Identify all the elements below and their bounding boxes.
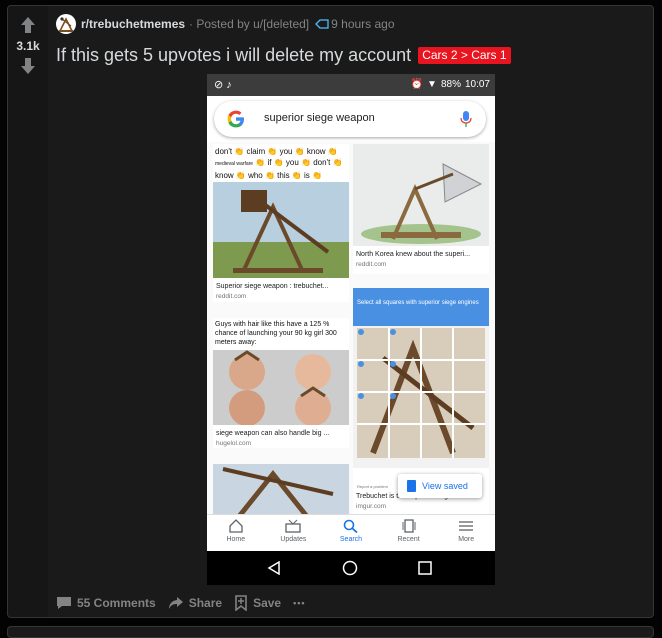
nav-more: More (437, 515, 495, 552)
post-meta: r/trebuchetmemes · Posted by u/[deleted]… (56, 14, 395, 34)
downvote-arrow-icon (21, 58, 35, 74)
view-saved-label: View saved (422, 481, 468, 491)
menu-icon (459, 521, 474, 531)
nav-search: Search (322, 515, 380, 552)
result-tile (213, 464, 349, 514)
nav-updates: Updates (265, 515, 323, 552)
search-query: superior siege weapon (264, 112, 375, 124)
trebuchet-photo-2 (213, 464, 349, 514)
image-results-grid: don't 👏 claim 👏 you 👏 know 👏 medieval wa… (207, 142, 495, 514)
downvote-button[interactable] (20, 57, 36, 75)
upvote-arrow-icon (21, 17, 35, 33)
home-icon (229, 519, 243, 533)
save-button[interactable]: Save (234, 595, 281, 611)
post-card[interactable]: 3.1k r/trebuchetmemes · Posted by u/[del… (7, 5, 654, 618)
share-button[interactable]: Share (168, 596, 222, 610)
nav-recent: Recent (380, 515, 438, 552)
next-post-card[interactable] (7, 626, 654, 638)
microphone-icon (460, 111, 472, 127)
google-search-bar: superior siege weapon (214, 101, 486, 137)
home-circle-icon (342, 560, 358, 576)
vote-count: 3.1k (16, 39, 40, 53)
author-link[interactable]: u/[deleted] (253, 17, 309, 31)
captcha-instruction: Select all squares with superior siege e… (357, 300, 479, 306)
save-bookmark-icon (235, 595, 247, 611)
posted-by-label: · Posted by (189, 17, 250, 31)
view-saved-popup: View saved (398, 474, 482, 498)
post-image[interactable]: ⊘ ♪ ⏰ ▼ 88% 10:07 superior siege weapon (207, 74, 495, 585)
result-tile: North Korea knew about the superi... red… (353, 144, 489, 274)
captcha-report-link: Report a problem (357, 484, 388, 489)
recent-icon (402, 519, 416, 533)
post-title[interactable]: If this gets 5 upvotes i will delete my … (56, 43, 411, 67)
trebuchet-photo (213, 182, 349, 278)
status-icons-right: ⏰ ▼ 88% 10:07 (411, 79, 490, 90)
bookmark-icon (407, 480, 416, 492)
share-arrow-icon (168, 597, 183, 609)
captcha-image (353, 288, 489, 468)
google-bottom-nav: Home Updates Search Recent More (207, 514, 495, 552)
google-logo-icon (227, 110, 244, 128)
wifi-icon: ▼ (427, 79, 437, 90)
post-time[interactable]: 9 hours ago (331, 17, 394, 31)
vote-column: 3.1k (8, 6, 48, 617)
updates-icon (285, 519, 302, 533)
subreddit-link[interactable]: r/trebuchetmemes (81, 17, 185, 31)
post-title-row: If this gets 5 upvotes i will delete my … (56, 43, 511, 67)
search-icon (343, 519, 358, 533)
missile-trebuchet-render (353, 144, 489, 246)
hair-meme-caption: Guys with hair like this have a 125 % ch… (215, 321, 337, 346)
comment-icon (57, 597, 71, 609)
post-footer: 55 Comments Share Save ••• (56, 593, 318, 613)
status-clock: 10:07 (464, 79, 490, 90)
back-triangle-icon (267, 561, 280, 575)
post-flair[interactable]: Cars 2 > Cars 1 (418, 46, 511, 64)
upvote-button[interactable] (20, 16, 36, 34)
battery-level: 88% (440, 79, 461, 90)
award-tag-icon (315, 19, 329, 29)
hair-meme-image (213, 350, 349, 425)
nav-home: Home (207, 515, 265, 552)
comments-button[interactable]: 55 Comments (56, 596, 156, 610)
status-icons-left: ⊘ ♪ (214, 79, 232, 91)
result-tile: don't 👏 claim 👏 you 👏 know 👏 medieval wa… (213, 144, 349, 302)
subreddit-icon[interactable] (56, 14, 76, 34)
result-tile: Guys with hair like this have a 125 % ch… (213, 318, 349, 448)
more-options-button[interactable]: ••• (293, 598, 305, 608)
android-nav-bar (207, 551, 495, 585)
phone-status-bar: ⊘ ♪ ⏰ ▼ 88% 10:07 (207, 74, 495, 96)
more-dots-icon: ••• (293, 598, 306, 608)
alarm-icon: ⏰ (410, 79, 424, 90)
meme-caption: don't 👏 claim 👏 you 👏 know 👏 medieval wa… (215, 147, 343, 180)
overview-square-icon (418, 561, 432, 575)
